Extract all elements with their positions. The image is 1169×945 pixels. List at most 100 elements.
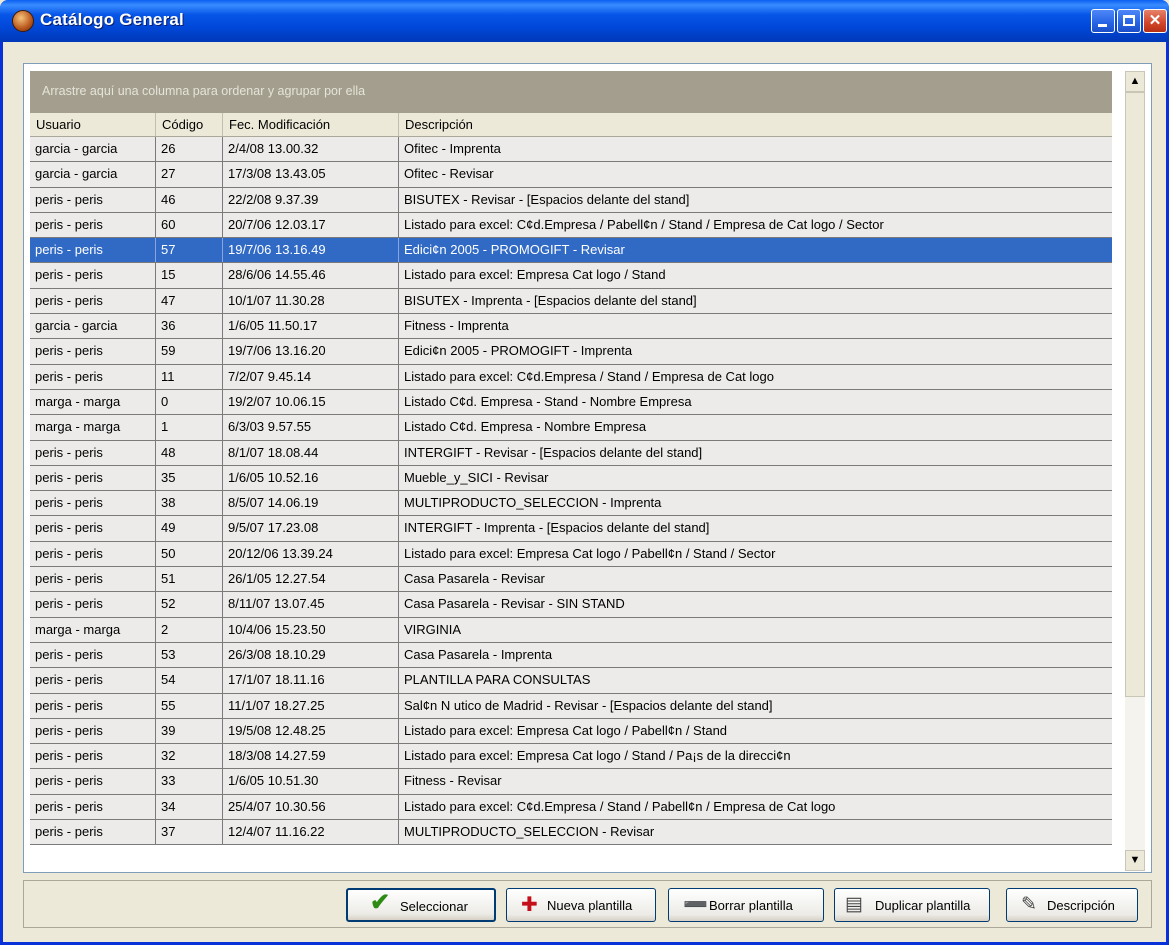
cell-usuario: peris - peris [30,212,156,238]
table-row[interactable]: peris - peris 32 18/3/08 14.27.59 Listado p… [30,744,1112,770]
cell-fecha: 2/4/08 13.00.32 [223,137,399,162]
table-row[interactable]: peris - peris 38 8/5/07 14.06.19 MULTIPRODU… [30,491,1112,517]
cell-fecha: 19/2/07 10.06.15 [223,389,399,415]
table-row[interactable]: peris - peris 46 22/2/08 9.37.39 BISUTEX - … [30,187,1112,213]
table-row[interactable]: peris - peris 59 19/7/06 13.16.20 Edici¢n 2… [30,339,1112,365]
cell-usuario: peris - peris [30,769,156,794]
table-row[interactable]: peris - peris 57 19/7/06 13.16.49 Edici¢n 2… [30,238,1112,264]
table-row[interactable]: peris - peris 39 19/5/08 12.48.25 Listado p… [30,718,1112,745]
cell-descripcion: Sal¢n N utico de Madrid - Revisar - [Esp… [404,697,773,713]
minimize-icon [1098,24,1107,27]
table-row[interactable]: peris - peris 11 7/2/07 9.45.14 Listado par… [30,364,1112,390]
table-row[interactable]: peris - peris 52 8/11/07 13.07.45 Casa Pasa… [30,592,1112,618]
new-template-button[interactable]: ✚ Nueva plantilla [506,888,656,922]
column-header-fecha[interactable]: Fec. Modificación [223,113,399,136]
cell-codigo: 35 [156,465,223,491]
table-row[interactable]: peris - peris 37 12/4/07 11.16.22 MULTIPROD… [30,820,1112,846]
cell-descripcion: Casa Pasarela - Imprenta [404,646,553,662]
cell-descripcion: INTERGIFT - Revisar - [Espacios delante … [404,444,703,460]
cell-descripcion: Listado para excel: C¢d.Empresa / Stand … [404,798,836,814]
description-button[interactable]: ✎ Descripción [1006,888,1138,922]
cell-usuario: peris - peris [30,516,156,541]
maximize-button[interactable] [1117,9,1141,33]
cell-descripcion: BISUTEX - Imprenta - [Espacios delante d… [404,292,697,308]
table-row[interactable]: peris - peris 47 10/1/07 11.30.28 BISUTEX -… [30,288,1112,315]
table-row[interactable]: peris - peris 34 25/4/07 10.30.56 Listado p… [30,794,1112,821]
table-row[interactable]: peris - peris 33 1/6/05 10.51.30 Fitness - … [30,769,1112,795]
cell-descripcion: Edici¢n 2005 - PROMOGIFT - Revisar [404,242,625,258]
group-by-hint: Arrastre aquí una columna para ordenar y… [42,84,366,98]
table-row[interactable]: peris - peris 49 9/5/07 17.23.08 INTERGIFT … [30,516,1112,542]
cell-descripcion: Listado C¢d. Empresa - Nombre Empresa [404,419,647,435]
cell-codigo: 34 [156,794,223,820]
select-button-label: Seleccionar [400,899,468,914]
cell-fecha: 1/6/05 10.52.16 [223,465,399,491]
scroll-thumb[interactable] [1125,92,1145,697]
cell-descripcion: VIRGINIA [404,621,462,637]
duplicate-template-button[interactable]: ▤ Duplicar plantilla [834,888,990,922]
cell-usuario: peris - peris [30,465,156,491]
cell-fecha: 25/4/07 10.30.56 [223,794,399,820]
table-row[interactable]: peris - peris 35 1/6/05 10.52.16 Mueble_y_S… [30,465,1112,492]
cell-usuario: peris - peris [30,668,156,693]
table-row[interactable]: marga - marga 2 10/4/06 15.23.50 VIRGINIA [30,617,1112,643]
scroll-up-button[interactable]: ▲ [1125,71,1145,92]
title-bar[interactable]: Catálogo General ✕ [0,0,1169,42]
close-button[interactable]: ✕ [1143,9,1167,33]
cell-fecha: 6/3/03 9.57.55 [223,415,399,440]
maximize-icon [1123,15,1135,26]
cell-descripcion: INTERGIFT - Imprenta - [Espacios delante… [404,520,710,536]
cell-usuario: peris - peris [30,263,156,288]
cell-fecha: 22/2/08 9.37.39 [223,187,399,212]
close-icon: ✕ [1148,12,1162,29]
table-row[interactable]: peris - peris 53 26/3/08 18.10.29 Casa Pasa… [30,642,1112,669]
table-row[interactable]: marga - marga 1 6/3/03 9.57.55 Listado C¢d.… [30,415,1112,441]
cell-codigo: 26 [156,137,223,162]
description-icon: ✎ [1021,894,1037,915]
cell-usuario: peris - peris [30,718,156,744]
cell-usuario: marga - marga [30,389,156,415]
column-header-descripcion[interactable]: Descripción [399,113,1112,136]
column-header-usuario[interactable]: Usuario [30,113,156,136]
table-row[interactable]: garcia - garcia 27 17/3/08 13.43.05 Ofitec … [30,162,1112,188]
cell-codigo: 46 [156,187,223,212]
select-button[interactable]: ✔ Seleccionar [346,888,496,922]
table-row[interactable]: peris - peris 15 28/6/06 14.55.46 Listado p… [30,263,1112,289]
arrow-up-icon: ▲ [1129,75,1141,87]
cell-usuario: peris - peris [30,364,156,389]
column-header-codigo[interactable]: Código [156,113,223,136]
duplicate-template-label: Duplicar plantilla [875,898,971,913]
grid-rows: garcia - garcia 26 2/4/08 13.00.32 Ofitec -… [30,137,1112,846]
cell-codigo: 36 [156,314,223,339]
cell-fecha: 12/4/07 11.16.22 [223,820,399,845]
cell-codigo: 48 [156,440,223,465]
cell-codigo: 11 [156,364,223,389]
app-icon[interactable] [12,10,34,32]
table-row[interactable]: marga - marga 0 19/2/07 10.06.15 Listado C¢… [30,389,1112,416]
table-row[interactable]: peris - peris 50 20/12/06 13.39.24 Listado … [30,541,1112,568]
table-row[interactable]: peris - peris 60 20/7/06 12.03.17 Listado p… [30,212,1112,239]
vertical-scrollbar[interactable]: ▲ ▼ [1125,71,1145,871]
scroll-down-button[interactable]: ▼ [1125,850,1145,871]
delete-template-button[interactable]: ➖ Borrar plantilla [668,888,824,922]
table-row[interactable]: peris - peris 55 11/1/07 18.27.25 Sal¢n N u… [30,693,1112,719]
delete-template-icon: ➖ [683,894,708,916]
cell-codigo: 49 [156,516,223,541]
cell-fecha: 1/6/05 11.50.17 [223,314,399,339]
group-by-panel[interactable]: Arrastre aquí una columna para ordenar y… [30,71,1112,113]
table-row[interactable]: garcia - garcia 26 2/4/08 13.00.32 Ofitec -… [30,137,1112,163]
table-row[interactable]: peris - peris 51 26/1/05 12.27.54 Casa Pasa… [30,567,1112,593]
table-row[interactable]: peris - peris 54 17/1/07 18.11.16 PLANTILLA… [30,668,1112,694]
cell-descripcion: Listado para excel: C¢d.Empresa / Stand … [404,368,774,384]
table-row[interactable]: peris - peris 48 8/1/07 18.08.44 INTERGIFT … [30,440,1112,466]
cell-descripcion: Fitness - Imprenta [404,318,509,334]
cell-usuario: peris - peris [30,693,156,718]
cell-usuario: marga - marga [30,415,156,440]
grid-header: Usuario Código Fec. Modificación Descrip… [30,113,1112,137]
cell-descripcion: BISUTEX - Revisar - [Espacios delante de… [404,191,690,207]
minimize-button[interactable] [1091,9,1115,33]
cell-usuario: peris - peris [30,567,156,592]
cell-fecha: 8/5/07 14.06.19 [223,491,399,516]
table-row[interactable]: garcia - garcia 36 1/6/05 11.50.17 Fitness … [30,314,1112,340]
cell-fecha: 17/1/07 18.11.16 [223,668,399,693]
